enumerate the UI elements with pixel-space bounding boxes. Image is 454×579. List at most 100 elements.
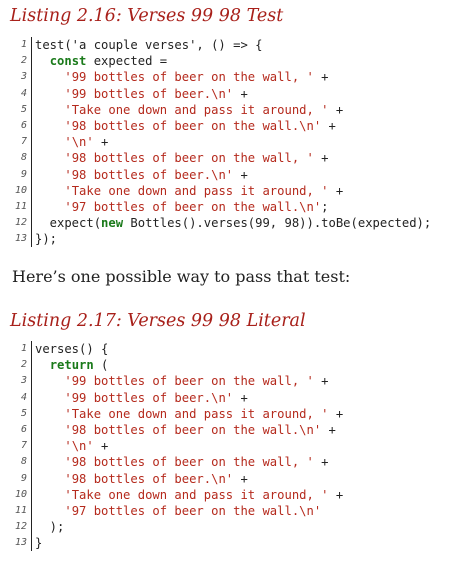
code-text: expected = — [86, 54, 168, 69]
line-number: 13 — [14, 537, 27, 549]
code-text: + — [233, 167, 248, 182]
code-string: 'Take one down and pass it around, ' — [64, 406, 329, 421]
code-string: '98 bottles of beer.\n' — [64, 471, 234, 486]
gutter-divider — [31, 519, 32, 536]
gutter-divider — [31, 502, 32, 520]
code-string: '\n' — [64, 135, 94, 150]
code-line: 7 '\n' + — [0, 134, 431, 151]
code-string: '98 bottles of beer on the wall, ' — [64, 151, 314, 166]
line-number: 9 — [20, 472, 27, 484]
code-content: test('a couple verses', () => { — [35, 37, 262, 53]
code-text: ); — [35, 520, 65, 535]
gutter-divider — [31, 438, 32, 455]
code-content: '99 bottles of beer.\n' + — [35, 86, 248, 102]
code-content: 'Take one down and pass it around, ' + — [35, 102, 343, 118]
code-keyword: return — [49, 358, 94, 373]
gutter-divider — [31, 198, 32, 216]
code-string: 'Take one down and pass it around, ' — [64, 487, 329, 502]
body-paragraph: Here’s one possible way to pass that tes… — [12, 267, 351, 286]
code-line: 4 '99 bottles of beer.\n' + — [0, 85, 431, 102]
code-line: 5 'Take one down and pass it around, ' + — [0, 405, 343, 422]
code-string: '98 bottles of beer on the wall.\n' — [64, 422, 322, 437]
code-line: 10 'Take one down and pass it around, ' … — [0, 486, 343, 503]
listing-title: Listing 2.17: Verses 99 98 Literal — [10, 311, 306, 331]
code-string: '99 bottles of beer.\n' — [64, 390, 234, 405]
code-string: '97 bottles of beer on the wall.\n' — [64, 199, 322, 214]
line-number: 9 — [20, 168, 27, 180]
code-listing: 1 test('a couple verses', () => {2 const … — [0, 37, 432, 248]
line-number: 1 — [20, 343, 27, 354]
code-string: '98 bottles of beer on the wall.\n' — [64, 118, 322, 133]
code-content: ); — [35, 519, 65, 535]
code-text: + — [233, 86, 248, 101]
gutter-divider — [31, 421, 32, 439]
line-number: 12 — [14, 521, 27, 533]
code-text: ( — [93, 358, 109, 373]
line-number: 8 — [20, 456, 27, 468]
gutter-divider — [31, 454, 32, 471]
code-content: 'Take one down and pass it around, ' + — [35, 406, 343, 422]
line-number: 4 — [20, 87, 27, 99]
line-number: 3 — [20, 375, 27, 387]
code-string: '97 bottles of beer on the wall.\n' — [64, 503, 322, 518]
code-content: '99 bottles of beer on the wall, ' + — [35, 69, 329, 85]
gutter-divider — [31, 486, 32, 503]
gutter-divider — [31, 215, 32, 232]
code-text: + — [93, 439, 109, 454]
code-text: test('a couple verses', () => { — [35, 38, 263, 52]
code-line: 2 const expected = — [0, 53, 431, 70]
code-string: '99 bottles of beer on the wall, ' — [64, 70, 314, 85]
code-text: Bottles().verses(99, 98)).toBe(expected)… — [123, 216, 432, 231]
code-line: 5 'Take one down and pass it around, ' + — [0, 101, 431, 118]
gutter-divider — [31, 166, 32, 183]
code-text: + — [313, 151, 329, 166]
code-line: 13} — [0, 535, 343, 552]
gutter-divider — [31, 470, 32, 487]
code-line: 6 '98 bottles of beer on the wall.\n' + — [0, 421, 343, 439]
code-text: ; — [321, 199, 329, 214]
line-number: 2 — [20, 55, 27, 67]
code-text: + — [328, 102, 344, 117]
code-content: '98 bottles of beer on the wall.\n' + — [35, 422, 336, 438]
code-text: + — [313, 70, 329, 85]
code-string: '\n' — [64, 439, 94, 454]
code-string: '98 bottles of beer.\n' — [64, 167, 234, 182]
code-string: 'Take one down and pass it around, ' — [64, 102, 329, 117]
code-text: expect( — [35, 216, 102, 231]
code-listing: 1 verses() {2 return (3 '99 bottles of be… — [0, 341, 343, 552]
code-text: + — [233, 390, 248, 405]
code-line: 10 'Take one down and pass it around, ' … — [0, 182, 431, 199]
code-line: 12 ); — [0, 519, 343, 536]
code-content: '99 bottles of beer.\n' + — [35, 390, 248, 406]
gutter-divider — [31, 535, 32, 552]
line-number: 10 — [14, 184, 27, 196]
gutter-divider — [31, 53, 32, 70]
line-number: 4 — [20, 391, 27, 403]
line-number: 1 — [20, 39, 27, 50]
line-number: 2 — [20, 359, 27, 371]
code-content: verses() { — [35, 341, 108, 357]
code-text: }); — [35, 232, 58, 247]
gutter-divider — [31, 182, 32, 199]
gutter-divider — [31, 373, 32, 390]
code-line: 3 '99 bottles of beer on the wall, ' + — [0, 69, 431, 86]
code-content: 'Take one down and pass it around, ' + — [35, 487, 343, 503]
code-content: '\n' + — [35, 134, 108, 150]
gutter-divider — [31, 150, 32, 167]
code-text: + — [313, 455, 329, 470]
code-line: 2 return ( — [0, 357, 343, 374]
code-text: + — [321, 422, 336, 437]
